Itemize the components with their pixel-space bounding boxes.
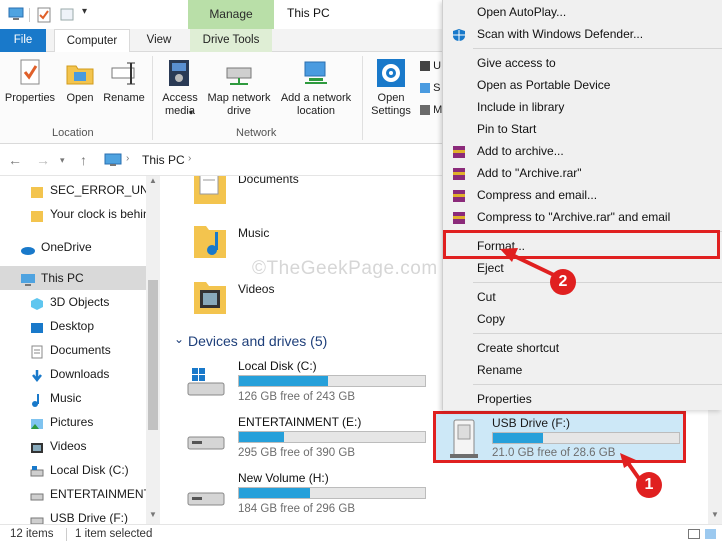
watermark: ©TheGeekPage.com	[252, 258, 438, 279]
arrow-to-format	[500, 248, 557, 278]
step-badge-1: 1	[636, 472, 662, 498]
arrow-to-usb	[620, 453, 642, 482]
step-badge-2: 2	[550, 269, 576, 295]
